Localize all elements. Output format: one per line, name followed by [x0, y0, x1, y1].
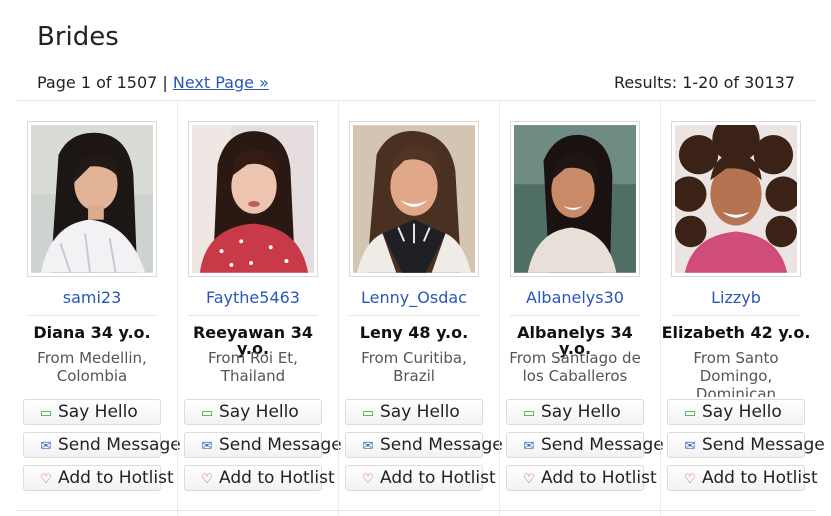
- profile-card: Lizzyb Elizabeth 42 y.o. From Santo Domi…: [661, 101, 825, 516]
- profile-location: From Santo Domingo, Dominican: [693, 349, 779, 397]
- profile-username[interactable]: Albanelys30: [500, 288, 650, 307]
- send-message-label: Send Message: [702, 435, 825, 455]
- speech-bubble-icon: ▭: [361, 406, 375, 421]
- add-to-hotlist-label: Add to Hotlist: [702, 468, 818, 488]
- envelope-icon: ✉: [40, 439, 52, 454]
- say-hello-label: Say Hello: [58, 402, 138, 422]
- heart-icon: ♡: [201, 472, 213, 487]
- profile-card: Albanelys30 Albanelys 34 y.o. From Santi…: [500, 101, 664, 516]
- divider: [671, 315, 801, 316]
- add-to-hotlist-label: Add to Hotlist: [219, 468, 335, 488]
- profile-photo-frame[interactable]: [188, 121, 318, 277]
- speech-bubble-icon: ▭: [683, 406, 697, 421]
- speech-bubble-icon: ▭: [522, 406, 536, 421]
- envelope-icon: ✉: [201, 439, 213, 454]
- next-page-link[interactable]: Next Page »: [173, 73, 269, 92]
- say-hello-button[interactable]: ▭ Say Hello: [184, 399, 322, 425]
- profile-username[interactable]: Faythe5463: [178, 288, 328, 307]
- profile-grid: sami23 Diana 34 y.o. From Medellin, Colo…: [17, 101, 831, 516]
- results-count: Results: 1-20 of 30137: [613, 73, 795, 92]
- divider: [17, 510, 817, 511]
- divider: [349, 315, 479, 316]
- send-message-label: Send Message: [58, 435, 181, 455]
- page-title: Brides: [37, 22, 119, 52]
- add-to-hotlist-button[interactable]: ♡ Add to Hotlist: [23, 465, 174, 491]
- profile-location: From Medellin, Colombia: [37, 349, 147, 385]
- say-hello-button[interactable]: ▭ Say Hello: [506, 399, 644, 425]
- send-message-label: Send Message: [380, 435, 503, 455]
- profile-photo-frame[interactable]: [349, 121, 479, 277]
- send-message-button[interactable]: ✉ Send Message: [667, 432, 825, 458]
- profile-location: From Curitiba, Brazil: [361, 349, 467, 385]
- speech-bubble-icon: ▭: [39, 406, 53, 421]
- add-to-hotlist-button[interactable]: ♡ Add to Hotlist: [345, 465, 496, 491]
- add-to-hotlist-button[interactable]: ♡ Add to Hotlist: [506, 465, 657, 491]
- profile-photo-frame[interactable]: [671, 121, 801, 277]
- profile-location: From Roi Et, Thailand: [208, 349, 298, 385]
- envelope-icon: ✉: [362, 439, 374, 454]
- envelope-icon: ✉: [523, 439, 535, 454]
- divider: [510, 315, 640, 316]
- profile-photo-frame[interactable]: [510, 121, 640, 277]
- page-indicator: Page 1 of 1507 |: [37, 73, 168, 92]
- say-hello-label: Say Hello: [219, 402, 299, 422]
- send-message-label: Send Message: [541, 435, 664, 455]
- profile-photo[interactable]: [31, 125, 153, 273]
- say-hello-label: Say Hello: [702, 402, 782, 422]
- send-message-label: Send Message: [219, 435, 342, 455]
- profile-photo[interactable]: [514, 125, 636, 273]
- profile-card: Lenny_Osdac Leny 48 y.o. From Curitiba, …: [339, 101, 503, 516]
- divider: [188, 315, 318, 316]
- profile-name-age: Diana 34 y.o.: [33, 323, 151, 342]
- profile-name-age: Leny 48 y.o.: [359, 323, 469, 342]
- pagination: Page 1 of 1507 | Next Page »: [37, 73, 269, 92]
- profile-username[interactable]: sami23: [17, 288, 167, 307]
- heart-icon: ♡: [523, 472, 535, 487]
- send-message-button[interactable]: ✉ Send Message: [23, 432, 181, 458]
- divider: [27, 315, 157, 316]
- speech-bubble-icon: ▭: [200, 406, 214, 421]
- heart-icon: ♡: [684, 472, 696, 487]
- send-message-button[interactable]: ✉ Send Message: [506, 432, 664, 458]
- heart-icon: ♡: [362, 472, 374, 487]
- add-to-hotlist-label: Add to Hotlist: [541, 468, 657, 488]
- profile-location: From Santiago de los Caballeros: [509, 349, 641, 385]
- profile-card: sami23 Diana 34 y.o. From Medellin, Colo…: [17, 101, 181, 516]
- profile-username[interactable]: Lenny_Osdac: [339, 288, 489, 307]
- send-message-button[interactable]: ✉ Send Message: [184, 432, 342, 458]
- say-hello-button[interactable]: ▭ Say Hello: [23, 399, 161, 425]
- profile-photo[interactable]: [675, 125, 797, 273]
- say-hello-button[interactable]: ▭ Say Hello: [667, 399, 805, 425]
- send-message-button[interactable]: ✉ Send Message: [345, 432, 503, 458]
- profile-photo-frame[interactable]: [27, 121, 157, 277]
- say-hello-button[interactable]: ▭ Say Hello: [345, 399, 483, 425]
- envelope-icon: ✉: [684, 439, 696, 454]
- say-hello-label: Say Hello: [541, 402, 621, 422]
- profile-card: Faythe5463 Reeyawan 34 y.o. From Roi Et,…: [178, 101, 342, 516]
- add-to-hotlist-button[interactable]: ♡ Add to Hotlist: [667, 465, 818, 491]
- pager-bar: Page 1 of 1507 | Next Page » Results: 1-…: [37, 73, 795, 95]
- heart-icon: ♡: [40, 472, 52, 487]
- say-hello-label: Say Hello: [380, 402, 460, 422]
- profile-photo[interactable]: [353, 125, 475, 273]
- profile-name-age: Elizabeth 42 y.o.: [661, 323, 811, 342]
- add-to-hotlist-label: Add to Hotlist: [380, 468, 496, 488]
- add-to-hotlist-label: Add to Hotlist: [58, 468, 174, 488]
- profile-photo[interactable]: [192, 125, 314, 273]
- profile-username[interactable]: Lizzyb: [661, 288, 811, 307]
- add-to-hotlist-button[interactable]: ♡ Add to Hotlist: [184, 465, 335, 491]
